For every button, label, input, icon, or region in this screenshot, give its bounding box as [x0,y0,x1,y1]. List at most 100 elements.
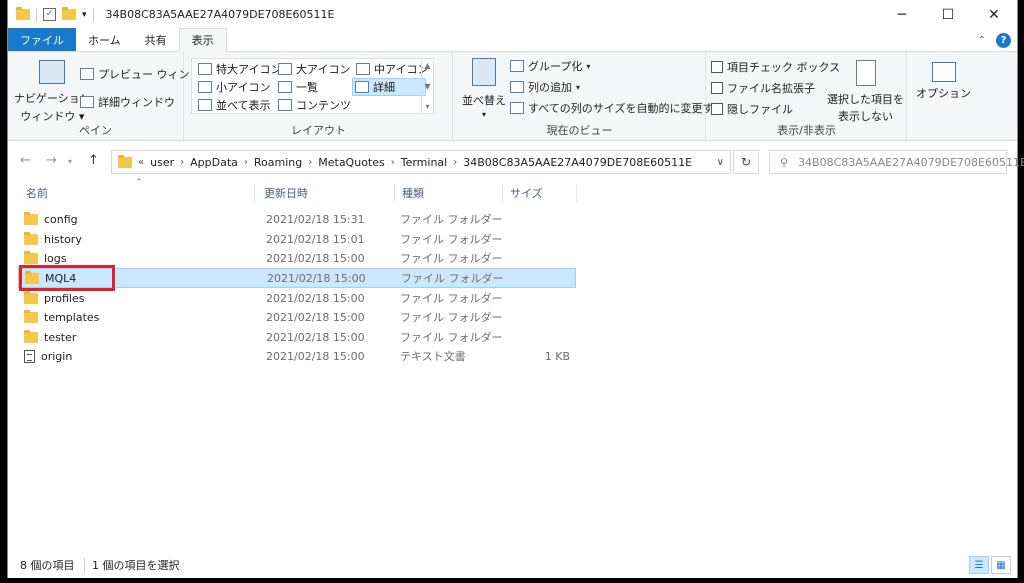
breadcrumb-terminal[interactable]: Terminal [401,156,448,169]
table-row[interactable]: tester 2021/02/18 15:00 ファイル フォルダー [18,327,576,347]
checkbox[interactable] [711,103,723,115]
checkbox[interactable] [711,82,723,94]
details-pane-label: 詳細ウィンドウ [98,96,175,109]
layout-group-label: レイアウト [291,124,346,137]
file-name: origin [41,349,73,363]
current-view-group-label: 現在のビュー [546,124,613,137]
large-icons-view-icon[interactable]: ▦ [991,556,1011,574]
breadcrumb-roaming[interactable]: Roaming [254,156,302,169]
size-columns-button[interactable]: すべての列のサイズを自動的に変更する [510,100,724,116]
minimize-button[interactable]: ─ [879,0,925,29]
layout-tiles[interactable]: 並べて表示 [198,97,271,113]
layout-extra-large-icons[interactable]: 特大アイコン [198,61,281,77]
file-date: 2021/02/18 15:00 [266,251,365,265]
size-columns-label: すべての列のサイズを自動的に変更する [528,102,725,115]
scroll-up-icon[interactable]: ▲ [424,61,430,70]
maximize-button[interactable]: ☐ [925,0,971,29]
file-type: ファイル フォルダー [400,252,503,265]
help-icon[interactable]: ? [996,33,1011,48]
column-divider[interactable] [576,184,577,202]
layout-details[interactable]: 詳細 [352,78,426,96]
scroll-down-icon[interactable]: ▼ [424,82,430,91]
large-icons-icon [278,63,292,75]
checkbox[interactable] [711,61,723,73]
search-placeholder: 34B08C83A5AAE27A4079DE708E60511E... [798,155,1024,169]
selection-count: 1 個の項目を選択 [92,559,180,572]
folder-icon [24,290,38,304]
file-name: MQL4 [45,271,77,285]
expand-ribbon-icon[interactable]: ⌃ [978,35,986,46]
folder-icon [118,154,132,168]
window-title: 34B08C83A5AAE27A4079DE708E60511E [105,8,335,21]
layout-item-label: 特大アイコン [216,63,282,76]
column-header-date[interactable]: 更新日時 [256,182,388,204]
current-view-group: 並べ替え ▾ グループ化 ▾ 列の追加 ▾ すべての列のサイズを自動的に変更する… [454,52,724,141]
refresh-button[interactable]: ↻ [733,150,759,174]
table-row[interactable]: profiles 2021/02/18 15:00 ファイル フォルダー [18,288,576,308]
details-view-icon[interactable]: ☰ [969,556,989,574]
layout-scrollbar[interactable]: ▲ ▼ ▾ [421,59,433,113]
layout-group: 特大アイコン 大アイコン 中アイコン 小アイコン 一覧 詳細 並べて表示 コンテ… [185,52,453,141]
breadcrumb-user[interactable]: user [150,156,174,169]
sort-by-button[interactable]: 並べ替え ▾ [462,58,506,119]
layout-medium-icons[interactable]: 中アイコン [356,61,428,77]
hide-selected-button[interactable]: 選択した項目を 表示しない [827,60,904,124]
breadcrumb-separator-icon[interactable]: › [308,157,312,168]
tab-home[interactable]: ホーム [76,28,133,51]
breadcrumb-separator-icon[interactable]: › [180,157,184,168]
up-arrow-icon[interactable]: ↑ [88,153,99,168]
item-count: 8 個の項目 [20,559,75,572]
layout-small-icons[interactable]: 小アイコン [198,79,270,95]
file-extensions-toggle[interactable]: ファイル名拡張子 [711,80,815,96]
column-header-type[interactable]: 種類 [394,182,502,204]
add-columns-button[interactable]: 列の追加 ▾ [510,79,580,95]
file-type: ファイル フォルダー [400,233,503,246]
options-button[interactable]: オプション [916,62,971,101]
text-file-icon [24,349,35,363]
breadcrumb-overflow[interactable]: « [138,157,144,168]
show-hide-group: 項目チェック ボックス ファイル名拡張子 隠しファイル 選択した項目を 表示しな… [707,52,907,141]
new-folder-icon[interactable] [62,7,76,20]
address-history-icon[interactable]: ∨ [717,157,724,168]
breadcrumb-separator-icon[interactable]: › [244,157,248,168]
table-row[interactable]: origin 2021/02/18 15:00 テキスト文書 1 KB [18,346,576,366]
layout-list[interactable]: 一覧 [278,79,318,95]
tab-share[interactable]: 共有 [133,28,179,51]
close-button[interactable]: ✕ [971,0,1017,29]
layout-content[interactable]: コンテンツ [278,97,351,113]
tab-file[interactable]: ファイル [8,28,76,51]
breadcrumb-metaquotes[interactable]: MetaQuotes [318,156,384,169]
search-input[interactable]: ⚲ 34B08C83A5AAE27A4079DE708E60511E... [769,150,1024,174]
forward-arrow-icon[interactable]: → [46,153,57,168]
properties-icon[interactable]: ✓ [43,8,56,21]
column-header-name[interactable]: 名前 [18,182,254,204]
recent-locations-icon[interactable]: ▾ [68,157,72,166]
quick-access-toolbar: ✓ ▾ [8,7,94,22]
hidden-items-toggle[interactable]: 隠しファイル [711,101,793,117]
folder-icon [24,231,38,245]
group-by-button[interactable]: グループ化 ▾ [510,58,590,74]
table-row[interactable]: config 2021/02/18 15:31 ファイル フォルダー [18,209,576,229]
address-bar[interactable]: « user › AppData › Roaming › MetaQuotes … [111,150,731,174]
details-pane-button[interactable]: 詳細ウィンドウ [80,94,175,110]
breadcrumb-separator-icon[interactable]: › [453,157,457,168]
more-icon[interactable]: ▾ [425,102,429,111]
layout-large-icons[interactable]: 大アイコン [278,61,350,77]
breadcrumb-separator-icon[interactable]: › [391,157,395,168]
breadcrumb-appdata[interactable]: AppData [190,156,238,169]
item-checkboxes-toggle[interactable]: 項目チェック ボックス [711,59,840,75]
table-row[interactable]: templates 2021/02/18 15:00 ファイル フォルダー [18,307,576,327]
table-row-selected[interactable]: MQL4 2021/02/18 15:00 ファイル フォルダー [18,268,576,288]
back-arrow-icon[interactable]: ← [20,153,31,168]
file-name: logs [44,251,67,265]
table-row[interactable]: history 2021/02/18 15:01 ファイル フォルダー [18,229,576,249]
hide-selected-icon [855,60,876,86]
table-row[interactable]: logs 2021/02/18 15:00 ファイル フォルダー [18,248,576,268]
breadcrumb-current[interactable]: 34B08C83A5AAE27A4079DE708E60511E [463,156,692,169]
tab-view[interactable]: 表示 [178,28,227,52]
extra-large-icons-icon [198,63,212,75]
ribbon: ナビゲーション ウィンドウ ▾ プレビュー ウィンドウ 詳細ウィンドウ ペイン … [8,52,1017,141]
column-header-size[interactable]: サイズ [502,182,576,204]
column-divider[interactable] [254,184,255,202]
customize-qat-icon[interactable]: ▾ [82,10,87,20]
